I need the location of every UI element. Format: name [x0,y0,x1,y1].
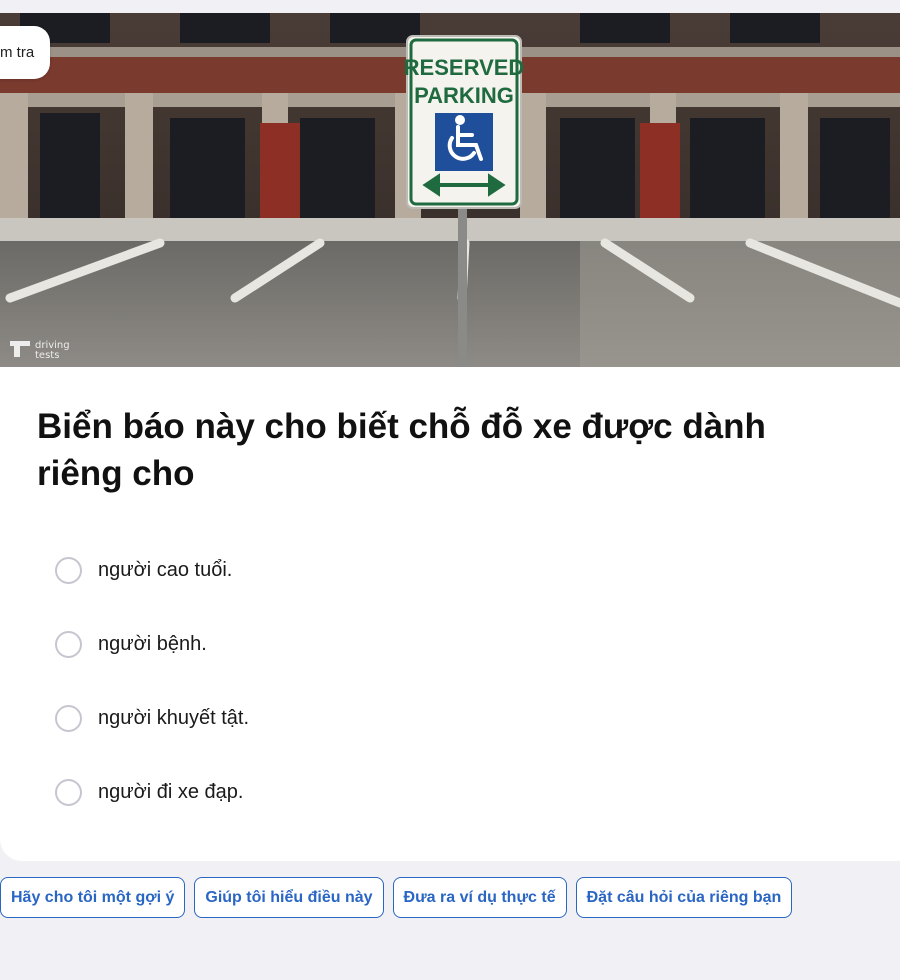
ask-own-question-button[interactable]: Đặt câu hỏi của riêng bạn [575,877,793,918]
svg-text:tests: tests [35,350,59,361]
answer-option[interactable]: người khuyết tật. [55,698,249,738]
radio-button[interactable] [55,704,82,732]
sign-text-reserved: RESERVED [404,55,525,80]
suggestion-chips: Hãy cho tôi một gợi ý Giúp tôi hiểu điều… [0,877,801,918]
hint-button[interactable]: Hãy cho tôi một gợi ý [0,877,186,918]
radio-button[interactable] [55,556,82,584]
answer-option[interactable]: người đi xe đạp. [55,772,249,812]
sign-text-parking: PARKING [414,83,514,108]
answer-option-label: người cao tuổi. [98,558,233,581]
radio-button[interactable] [55,630,82,658]
back-button[interactable]: m tra [0,26,51,79]
answer-option[interactable]: người cao tuổi. [55,550,249,590]
answer-option-label: người bệnh. [98,632,207,655]
back-button-label: m tra [0,44,35,61]
answer-option[interactable]: người bệnh. [55,624,249,664]
radio-button[interactable] [55,778,82,806]
answer-options: người cao tuổi. người bệnh. người khuyết… [55,550,249,846]
question-image: RESERVED PARKING driving tests [0,13,900,367]
explain-button[interactable]: Giúp tôi hiểu điều này [194,877,384,918]
real-example-button[interactable]: Đưa ra ví dụ thực tế [392,877,567,918]
answer-option-label: người khuyết tật. [98,706,250,729]
answer-option-label: người đi xe đạp. [98,780,244,803]
question-text: Biển báo này cho biết chỗ đỗ xe được dàn… [37,407,766,493]
